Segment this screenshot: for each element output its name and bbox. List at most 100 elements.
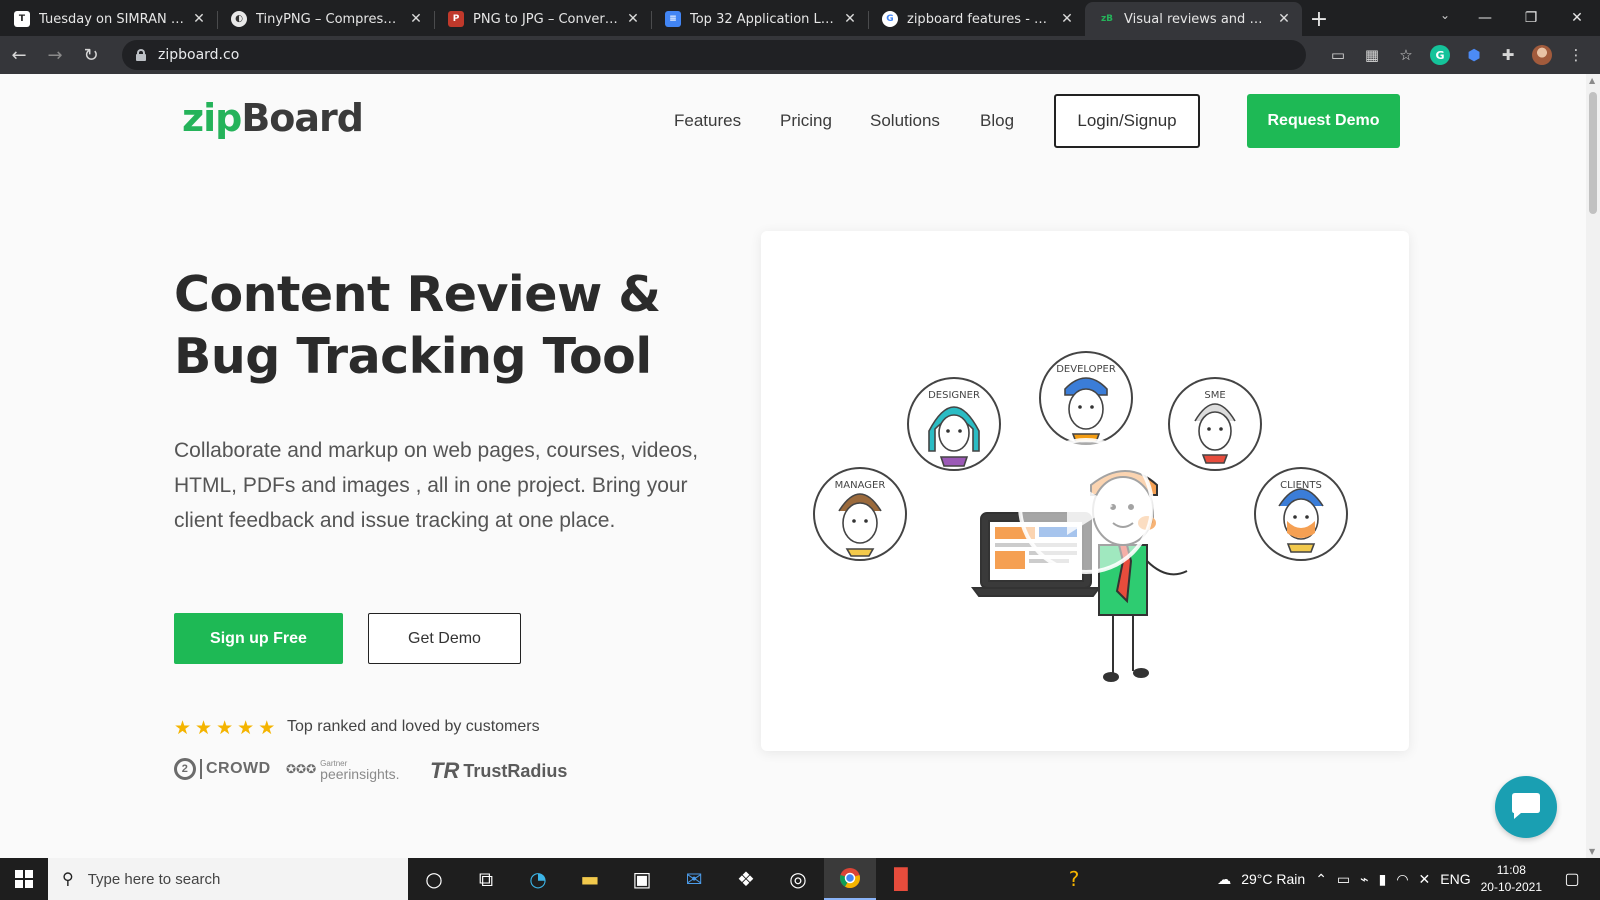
minimize-icon[interactable]: — — [1462, 0, 1508, 36]
nav-blog[interactable]: Blog — [980, 111, 1014, 131]
nav-features[interactable]: Features — [674, 111, 741, 131]
toolbar-icons: ▭ ▦ ☆ G ⬢ ✚ ⋮ — [1328, 45, 1600, 65]
profile-avatar[interactable] — [1532, 45, 1552, 65]
taskbar-search-input[interactable]: ⚲ Type here to search — [48, 858, 408, 900]
close-tab-icon[interactable]: ✕ — [625, 11, 641, 27]
close-window-icon[interactable]: ✕ — [1554, 0, 1600, 36]
grammarly-icon[interactable]: G — [1430, 45, 1450, 65]
hero-video-card[interactable]: MANAGER DESIGNER DEVELOPER SME CLIENTS — [761, 231, 1409, 751]
get-demo-button[interactable]: Get Demo — [368, 613, 521, 664]
windows-taskbar: ⚲ Type here to search ○ ⧉ ◔ ▬ ▣ ✉ ❖ ◎ ▉ … — [0, 858, 1600, 900]
close-tab-icon[interactable]: ✕ — [191, 11, 207, 27]
notification-center-icon[interactable]: ▢ — [1552, 858, 1592, 900]
meet-now-icon[interactable]: ▭ — [1337, 871, 1350, 888]
language-indicator[interactable]: ENG — [1440, 871, 1470, 887]
zipboard-logo[interactable]: zipBoard — [182, 96, 364, 140]
network-icon[interactable]: ⌁ — [1360, 871, 1368, 888]
wifi-icon[interactable]: ◠ — [1396, 871, 1408, 888]
hero-title-line1: Content Review & — [174, 266, 661, 323]
rating-text: Top ranked and loved by customers — [287, 718, 540, 735]
edge-icon[interactable]: ◔ — [512, 858, 564, 900]
chat-widget-button[interactable] — [1495, 776, 1557, 838]
chat-icon — [1512, 793, 1540, 819]
tab-zipboard[interactable]: zB Visual reviews and bug trac ✕ — [1085, 2, 1302, 36]
close-tab-icon[interactable]: ✕ — [1276, 11, 1292, 27]
weather-cloud-icon[interactable]: ☁ — [1217, 871, 1231, 888]
tab-title: TinyPNG – Compress WebP — [256, 11, 402, 27]
extension-shield-icon[interactable]: ⬢ — [1464, 45, 1484, 65]
menu-kebab-icon[interactable]: ⋮ — [1566, 45, 1586, 65]
volume-muted-icon[interactable]: ✕ — [1419, 871, 1431, 888]
address-bar[interactable]: zipboard.co — [122, 40, 1306, 70]
clock-date: 20-10-2021 — [1480, 880, 1542, 894]
tab-title: PNG to JPG – Convert PNG — [473, 11, 619, 27]
qr-icon[interactable]: ▦ — [1362, 45, 1382, 65]
taskbar-search-placeholder: Type here to search — [87, 870, 221, 888]
task-view-icon[interactable]: ⧉ — [460, 858, 512, 900]
tab-png-to-jpg[interactable]: P PNG to JPG – Convert PNG ✕ — [434, 2, 651, 36]
web-page: zipBoard Features Pricing Solutions Blog… — [0, 74, 1586, 858]
url-text: zipboard.co — [158, 47, 240, 63]
mail-icon[interactable]: ✉ — [668, 858, 720, 900]
tinypng-icon: ◐ — [231, 11, 247, 27]
sign-up-free-button[interactable]: Sign up Free — [174, 613, 343, 664]
file-explorer-icon[interactable]: ▬ — [564, 858, 616, 900]
star-icon: ★ — [237, 717, 255, 739]
gartner-wordmark: Gartner peerinsights. — [320, 758, 400, 782]
system-tray: ☁ 29°C Rain ⌃ ▭ ⌁ ▮ ◠ ✕ ENG 11:08 20-10-… — [1217, 858, 1600, 900]
office-icon[interactable]: ▉ — [876, 858, 928, 900]
role-label: DESIGNER — [928, 390, 980, 401]
scroll-up-icon[interactable]: ▲ — [1589, 76, 1595, 85]
close-tab-icon[interactable]: ✕ — [842, 11, 858, 27]
google-icon: G — [882, 11, 898, 27]
star-icon: ★ — [174, 717, 192, 739]
new-tab-button[interactable]: + — [1302, 2, 1336, 36]
tab-search-icon[interactable]: ⌄ — [1440, 8, 1450, 22]
role-label: DEVELOPER — [1056, 364, 1116, 375]
bookmark-star-icon[interactable]: ☆ — [1396, 45, 1416, 65]
page-scrollbar[interactable]: ▲ ▼ — [1586, 74, 1600, 858]
microsoft-store-icon[interactable]: ▣ — [616, 858, 668, 900]
g2-crowd-badge: 2 CROWD — [174, 758, 271, 780]
app-circle-icon[interactable]: ◎ — [772, 858, 824, 900]
logo-board: Board — [241, 96, 364, 140]
help-icon[interactable]: ? — [1048, 858, 1100, 900]
tray-chevron-icon[interactable]: ⌃ — [1315, 871, 1327, 888]
docs-icon: ≡ — [665, 11, 681, 27]
scroll-down-icon[interactable]: ▼ — [1589, 847, 1595, 856]
extensions-puzzle-icon[interactable]: ✚ — [1498, 45, 1518, 65]
request-demo-button[interactable]: Request Demo — [1247, 94, 1400, 148]
lock-icon[interactable] — [136, 49, 146, 61]
cortana-icon[interactable]: ○ — [408, 858, 460, 900]
dropbox-icon[interactable]: ❖ — [720, 858, 772, 900]
trustradius-logo-icon: TR — [430, 758, 460, 783]
tab-google-search[interactable]: G zipboard features - Google ✕ — [868, 2, 1085, 36]
tab-title: Visual reviews and bug trac — [1124, 11, 1270, 27]
chrome-icon[interactable] — [824, 858, 876, 900]
login-signup-button[interactable]: Login/Signup — [1054, 94, 1200, 148]
browser-tab-strip: T Tuesday on SIMRAN | Trello ✕ ◐ TinyPNG… — [0, 0, 1600, 36]
close-tab-icon[interactable]: ✕ — [408, 11, 424, 27]
clock-time: 11:08 — [1496, 863, 1526, 877]
role-label: MANAGER — [835, 480, 886, 491]
tab-trello[interactable]: T Tuesday on SIMRAN | Trello ✕ — [0, 2, 217, 36]
tab-tinypng[interactable]: ◐ TinyPNG – Compress WebP ✕ — [217, 2, 434, 36]
close-tab-icon[interactable]: ✕ — [1059, 11, 1075, 27]
hero-subtitle: Collaborate and markup on web pages, cou… — [174, 439, 699, 532]
tab-top-32-alm[interactable]: ≡ Top 32 Application Lifecycle ✕ — [651, 2, 868, 36]
cast-icon[interactable]: ▭ — [1328, 45, 1348, 65]
zipboard-icon: zB — [1100, 14, 1114, 24]
gartner-badge-text: peerinsights. — [320, 766, 400, 782]
weather-text[interactable]: 29°C Rain — [1241, 871, 1305, 887]
battery-icon[interactable]: ▮ — [1379, 871, 1387, 888]
reload-icon[interactable]: ↻ — [74, 40, 108, 70]
forward-icon[interactable]: → — [38, 40, 72, 70]
windows-start-icon[interactable] — [0, 858, 48, 900]
nav-pricing[interactable]: Pricing — [780, 111, 832, 131]
scrollbar-thumb[interactable] — [1589, 92, 1597, 214]
nav-solutions[interactable]: Solutions — [870, 111, 940, 131]
window-controls: — ❐ ✕ — [1462, 0, 1600, 36]
restore-icon[interactable]: ❐ — [1508, 0, 1554, 36]
back-icon[interactable]: ← — [2, 40, 36, 70]
clock[interactable]: 11:08 20-10-2021 — [1481, 862, 1542, 896]
